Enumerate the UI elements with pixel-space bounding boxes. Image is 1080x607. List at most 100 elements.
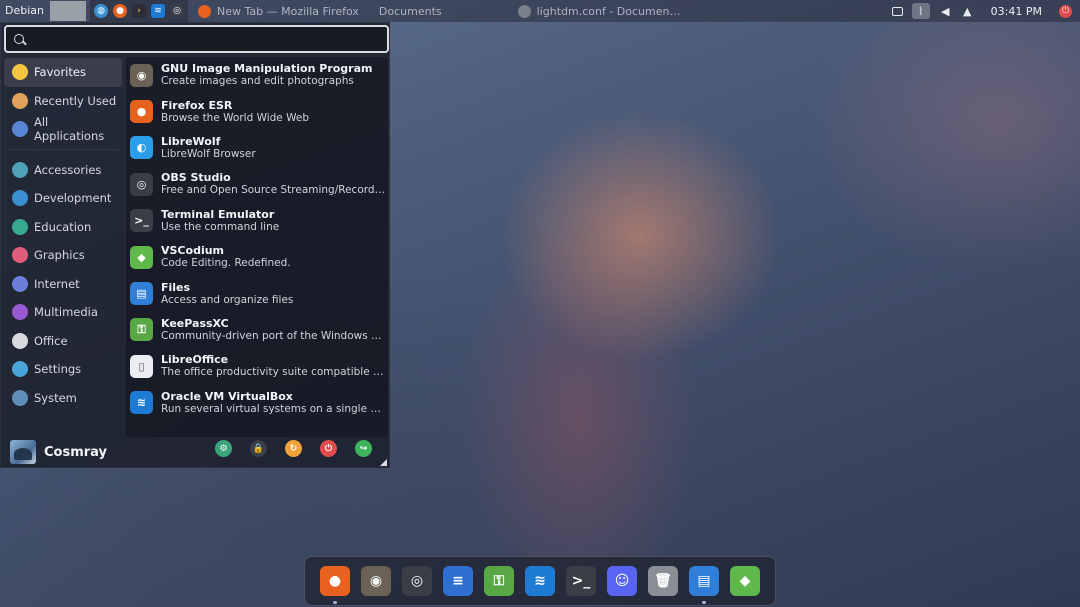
- application-menu: Favorites Recently Used All Applications Ac…: [0, 22, 390, 468]
- keepassxc-icon[interactable]: ⚿: [484, 566, 514, 596]
- text-editor-icon[interactable]: ≡: [443, 566, 473, 596]
- app-list-item[interactable]: ◉ GNU Image Manipulation Program Create im…: [126, 57, 388, 93]
- app-description: LibreWolf Browser: [161, 147, 256, 160]
- sidebar-item-label: Development: [34, 191, 112, 206]
- sidebar-item-all-applications[interactable]: All Applications: [4, 115, 122, 144]
- terminal-icon: >_: [130, 209, 153, 233]
- app-list-item[interactable]: >_ Terminal Emulator Use the command line: [126, 203, 388, 239]
- obs-icon: ◎: [130, 172, 153, 196]
- taskbar-item-label: Documents: [378, 4, 442, 18]
- volume-icon[interactable]: ◀: [939, 5, 952, 18]
- app-list-item[interactable]: ◐ LibreWolf LibreWolf Browser: [126, 130, 388, 166]
- app-description: Free and Open Source Streaming/Recordi…: [161, 184, 387, 197]
- sidebar-item-recently-used[interactable]: Recently Used: [4, 87, 122, 116]
- username: Cosmray: [44, 444, 108, 460]
- app-description: Use the command line: [161, 220, 280, 233]
- obs-launcher-icon[interactable]: ◎: [170, 4, 184, 18]
- sidebar-item-label: System: [34, 390, 77, 405]
- app-list-item[interactable]: ▤ Files Access and organize files: [126, 275, 388, 311]
- taskbar-item-label: lightdm.conf - Documen…: [536, 4, 681, 18]
- system-monitor-icon[interactable]: ≋: [525, 566, 555, 596]
- power-icon[interactable]: ⏻: [320, 440, 337, 457]
- logout-icon[interactable]: ↪: [355, 440, 372, 457]
- obs-icon[interactable]: ◎: [402, 566, 432, 596]
- terminal-icon[interactable]: >_: [566, 566, 596, 596]
- avatar: [10, 440, 36, 464]
- app-text: LibreOffice The office productivity suite…: [161, 353, 387, 379]
- sidebar-item-settings[interactable]: Settings: [4, 355, 122, 384]
- app-list-item[interactable]: ◎ OBS Studio Free and Open Source Streamin…: [126, 166, 388, 202]
- internet-icon: [12, 275, 28, 292]
- resize-handle[interactable]: [380, 459, 387, 466]
- sidebar-item-favorites[interactable]: Favorites: [4, 58, 122, 87]
- app-description: The office productivity suite compatible…: [161, 366, 387, 379]
- vscodium-icon[interactable]: ◆: [730, 566, 760, 596]
- sidebar-item-label: Education: [34, 219, 92, 234]
- text-editor-icon: [517, 4, 531, 18]
- sidebar-item-label: Recently Used: [34, 93, 117, 108]
- app-list-item[interactable]: ≋ Oracle VM VirtualBox Run several virtual…: [126, 385, 388, 421]
- search-icon: [14, 34, 27, 46]
- sidebar-item-multimedia[interactable]: Multimedia: [4, 298, 122, 327]
- development-icon: [12, 190, 28, 207]
- vscodium-icon: ◆: [130, 245, 153, 269]
- sidebar-item-label: Graphics: [34, 248, 85, 263]
- keepassxc-icon: ⚿: [130, 318, 153, 342]
- sidebar-item-label: Multimedia: [34, 305, 98, 320]
- sidebar-item-accessories[interactable]: Accessories: [4, 156, 122, 185]
- app-list-item[interactable]: ● Firefox ESR Browse the World Wide Web: [126, 93, 388, 129]
- taskbar-item-firefox[interactable]: New Tab — Mozilla Firefox: [198, 4, 359, 18]
- firefox-icon: ●: [130, 100, 153, 124]
- power-icon[interactable]: ⏻: [1059, 4, 1072, 18]
- firefox-launcher-icon[interactable]: ●: [113, 4, 127, 18]
- sidebar-item-development[interactable]: Development: [4, 184, 122, 213]
- app-text: VSCodium Code Editing. Redefined.: [161, 244, 387, 270]
- app-description: Browse the World Wide Web: [161, 111, 309, 124]
- app-list-item[interactable]: ◆ VSCodium Code Editing. Redefined.: [126, 239, 388, 275]
- trash-icon[interactable]: 🗑: [648, 566, 678, 596]
- notifications-bell-icon[interactable]: ▲: [961, 5, 974, 18]
- lock-icon[interactable]: 🔒: [250, 440, 267, 457]
- sidebar-item-label: Settings: [34, 362, 82, 377]
- search-input[interactable]: [30, 32, 370, 46]
- settings-manager-icon[interactable]: ⚙: [215, 440, 232, 457]
- firefox-icon[interactable]: ●: [320, 566, 350, 604]
- clock[interactable]: 03:41 PM: [991, 5, 1042, 18]
- app-name: Firefox ESR: [161, 98, 233, 112]
- librewolf-icon: ◐: [130, 136, 153, 160]
- display-icon[interactable]: [891, 6, 903, 16]
- applications-menu-button[interactable]: Debian: [0, 0, 50, 22]
- sidebar-item-office[interactable]: Office: [4, 327, 122, 356]
- sidebar-item-graphics[interactable]: Graphics: [4, 241, 122, 270]
- discord-icon[interactable]: ☺: [607, 566, 637, 596]
- app-text: Files Access and organize files: [161, 281, 387, 307]
- app-list: ◉ GNU Image Manipulation Program Create im…: [126, 57, 388, 437]
- running-indicator: [702, 601, 706, 604]
- search-box[interactable]: [4, 25, 389, 53]
- sidebar-item-internet[interactable]: Internet: [4, 270, 122, 299]
- clock-icon: [12, 92, 28, 109]
- app-description: Run several virtual systems on a single …: [161, 402, 381, 415]
- virtualbox-launcher-icon[interactable]: ≋: [151, 4, 165, 18]
- system-tray: ⌇ ◀ ▲ 03:41 PM ⏻: [891, 0, 1080, 22]
- files-icon[interactable]: ▤: [689, 566, 719, 604]
- app-name: OBS Studio: [161, 171, 231, 185]
- virtualbox-icon: ≋: [130, 391, 153, 415]
- app-list-item[interactable]: ▯ LibreOffice The office productivity suit…: [126, 348, 388, 384]
- app-list-item[interactable]: ⚿ KeePassXC Community-driven port of the W…: [126, 312, 388, 348]
- workspace-switcher[interactable]: [50, 1, 86, 21]
- network-icon[interactable]: ⌇: [911, 3, 930, 19]
- sidebar-item-education[interactable]: Education: [4, 213, 122, 242]
- switch-user-icon[interactable]: ↻: [285, 440, 302, 457]
- app-name: LibreWolf: [161, 134, 221, 148]
- sidebar-item-system[interactable]: System: [4, 384, 122, 413]
- gimp-icon[interactable]: ◉: [361, 566, 391, 596]
- taskbar-item-lightdm-conf[interactable]: lightdm.conf - Documen…: [517, 4, 681, 18]
- sidebar-separator: [8, 144, 118, 150]
- sidebar-item-label: Office: [34, 333, 68, 348]
- sidebar-item-label: All Applications: [34, 115, 105, 144]
- education-icon: [12, 218, 28, 235]
- terminal-launcher-icon[interactable]: ›: [132, 4, 146, 18]
- browser-launcher-icon[interactable]: ◍: [94, 4, 108, 18]
- taskbar-item-documents[interactable]: Documents: [373, 5, 442, 18]
